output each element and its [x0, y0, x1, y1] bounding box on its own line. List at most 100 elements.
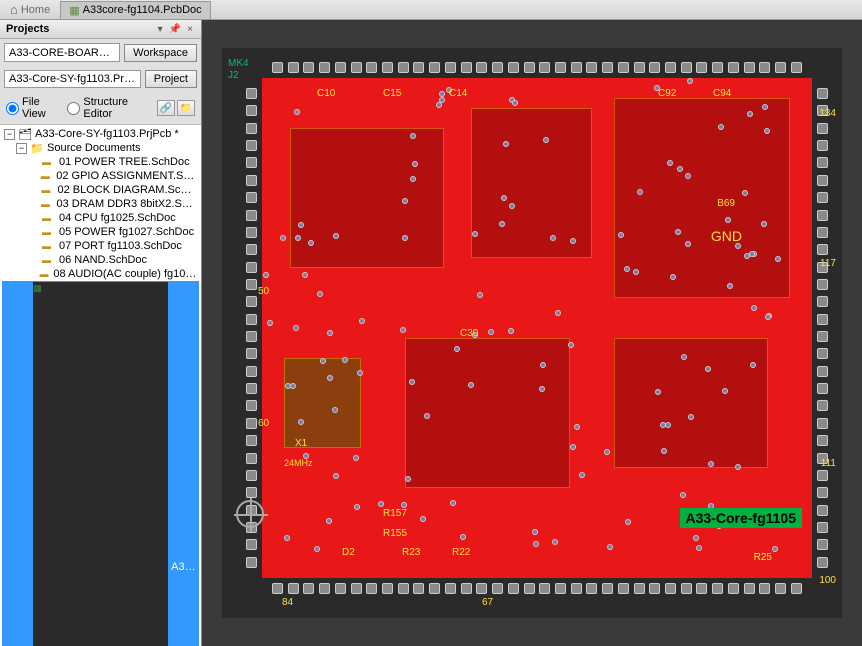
via [555, 310, 561, 316]
via [508, 328, 514, 334]
connector-pin [246, 105, 257, 116]
connector-pin [817, 557, 828, 568]
project-select[interactable]: A33-Core-SY-fg1103.PrjPcb [4, 70, 141, 88]
tree-item[interactable]: 08 AUDIO(AC couple) fg1028.SchDoc [2, 267, 199, 281]
tree-item[interactable]: 07 PORT fg1103.SchDoc [2, 239, 199, 253]
connector-pin [539, 62, 550, 73]
via [317, 291, 323, 297]
connector-pin [775, 583, 786, 594]
tree-item[interactable]: 04 CPU fg1025.SchDoc [2, 211, 199, 225]
connector-pin [817, 210, 828, 221]
tree-item[interactable]: −Source Documents [2, 141, 199, 155]
via [378, 501, 384, 507]
tab-bar: Home A33core-fg1104.PcbDoc [0, 0, 862, 20]
connector-pin [508, 62, 519, 73]
workspace-button[interactable]: Workspace [124, 44, 197, 62]
connector-pin [476, 583, 487, 594]
ic-block [614, 98, 790, 298]
connector-pin [246, 227, 257, 238]
folder-icon[interactable]: 📁 [177, 100, 195, 116]
via [280, 235, 286, 241]
tab-document[interactable]: A33core-fg1104.PcbDoc [60, 1, 210, 19]
tree-item[interactable]: 06 NAND.SchDoc [2, 253, 199, 267]
connector-pin [398, 583, 409, 594]
link-icon[interactable]: 🔗 [157, 100, 175, 116]
via [402, 198, 408, 204]
via [327, 330, 333, 336]
tab-home[interactable]: Home [4, 0, 56, 19]
connector-pin [246, 383, 257, 394]
connector-pin [272, 583, 283, 594]
radio-file-view[interactable]: File View [6, 96, 59, 120]
via [742, 190, 748, 196]
via [655, 389, 661, 395]
pcb-doc-icon [69, 4, 79, 17]
via [477, 292, 483, 298]
via [353, 455, 359, 461]
connector-pin [817, 348, 828, 359]
workspace-select[interactable]: A33-CORE-BOARD-SY2016.DsnWrk ▾ [4, 43, 120, 62]
tree-item[interactable]: A33core-fg1104.PcbDoc [2, 281, 199, 646]
panel-close-icon[interactable]: × [185, 24, 195, 35]
via [618, 232, 624, 238]
connector-pin [649, 583, 660, 594]
tree-item[interactable]: 02 GPIO ASSIGNMENT.SchDoc [2, 169, 199, 183]
projects-panel: Projects ▾ 📌 × A33-CORE-BOARD-SY2016.Dsn… [0, 20, 202, 646]
connector-pin [817, 522, 828, 533]
connector-pin [303, 583, 314, 594]
connector-pin [696, 62, 707, 73]
via [314, 546, 320, 552]
panel-controls: ▾ 📌 × [156, 24, 195, 35]
pcb-viewer[interactable]: MK4 J2 C10 C15 C14 C92 C94 X1 [202, 20, 862, 646]
tree-item[interactable]: 02 BLOCK DIAGRAM.SchDoc [2, 183, 199, 197]
via [295, 235, 301, 241]
connector-pin [817, 383, 828, 394]
tree-item[interactable]: 01 POWER TREE.SchDoc [2, 155, 199, 169]
connector-pin [602, 583, 613, 594]
via [539, 386, 545, 392]
via [681, 354, 687, 360]
via [677, 166, 683, 172]
panel-pin-icon[interactable]: 📌 [167, 24, 183, 35]
connector-pin [618, 583, 629, 594]
connector-pin [817, 487, 828, 498]
connector-pin [335, 62, 346, 73]
connector-pin [728, 62, 739, 73]
project-tree[interactable]: −A33-Core-SY-fg1103.PrjPcb *−Source Docu… [0, 125, 201, 646]
connector-pin [246, 279, 257, 290]
connector-pin [817, 470, 828, 481]
panel-dropdown-icon[interactable]: ▾ [156, 24, 165, 35]
connector-pin [817, 279, 828, 290]
via [747, 111, 753, 117]
connector-pin [288, 583, 299, 594]
via [735, 464, 741, 470]
connector-pin [246, 123, 257, 134]
tree-item[interactable]: 03 DRAM DDR3 8bitX2.SchDoc [2, 197, 199, 211]
via [533, 541, 539, 547]
pcb-canvas[interactable]: MK4 J2 C10 C15 C14 C92 C94 X1 [222, 48, 842, 618]
via [267, 320, 273, 326]
pins-left [246, 88, 257, 568]
connector-pin [728, 583, 739, 594]
connector-pin [539, 583, 550, 594]
connector-pin [366, 583, 377, 594]
silk-mk4: MK4 [228, 58, 249, 69]
connector-pin [246, 487, 257, 498]
via [637, 189, 643, 195]
tree-item[interactable]: 05 POWER fg1027.SchDoc [2, 225, 199, 239]
connector-pin [817, 123, 828, 134]
connector-pin [665, 583, 676, 594]
via [765, 314, 771, 320]
board-name-label: A33-Core-fg1105 [680, 508, 803, 528]
project-button[interactable]: Project [145, 70, 197, 88]
bga-block [405, 338, 570, 488]
connector-pin [246, 470, 257, 481]
radio-structure-editor[interactable]: Structure Editor [67, 96, 149, 120]
via [685, 241, 691, 247]
via [687, 78, 693, 84]
connector-pin [571, 583, 582, 594]
tree-item[interactable]: −A33-Core-SY-fg1103.PrjPcb * [2, 127, 199, 141]
origin-marker-icon [236, 500, 264, 528]
connector-pin [246, 140, 257, 151]
connector-pin [246, 210, 257, 221]
